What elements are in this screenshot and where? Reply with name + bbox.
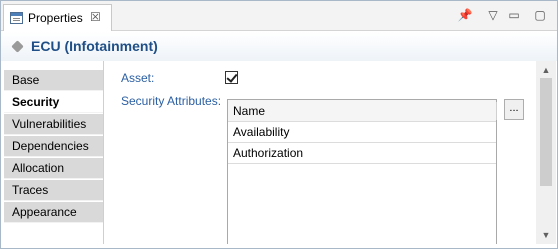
vertical-scrollbar[interactable]: ▲ ▼ <box>536 61 556 244</box>
sidebar-item-vulnerabilities[interactable]: Vulnerabilities <box>4 114 103 135</box>
sidebar-item-appearance[interactable]: Appearance <box>4 202 103 223</box>
property-tabs: Base Security Vulnerabilities Dependenci… <box>4 70 103 242</box>
view-menu-icon[interactable]: ▽ <box>485 7 501 23</box>
pin-icon[interactable]: 📌 <box>457 7 473 23</box>
close-icon[interactable]: ☒ <box>90 10 101 24</box>
divider <box>103 61 104 244</box>
properties-icon <box>10 12 23 24</box>
table-row[interactable]: Availability <box>228 122 496 143</box>
sidebar-item-allocation[interactable]: Allocation <box>4 158 103 179</box>
view-tab-strip: Properties ☒ 📌 ▽ ▭ ▢ <box>1 1 557 31</box>
column-header-name[interactable]: Name <box>228 100 497 122</box>
sidebar-item-base[interactable]: Base <box>4 70 103 91</box>
sidebar-item-traces[interactable]: Traces <box>4 180 103 201</box>
scrollbar-thumb[interactable] <box>540 78 552 186</box>
tab-properties-label: Properties <box>28 11 83 25</box>
security-attributes-table: Name Availability Authorization <box>227 99 497 244</box>
page-title: ECU (Infotainment) <box>31 38 158 54</box>
tab-properties[interactable]: Properties ☒ <box>3 4 112 31</box>
browse-button[interactable]: ... <box>504 99 524 120</box>
scroll-up-icon[interactable]: ▲ <box>536 63 556 77</box>
asset-checkbox[interactable] <box>225 71 238 84</box>
sidebar-item-dependencies[interactable]: Dependencies <box>4 136 103 157</box>
security-attributes-label: Security Attributes: <box>121 94 222 108</box>
asset-label: Asset: <box>121 71 155 85</box>
table-row[interactable]: Authorization <box>228 143 496 164</box>
maximize-icon[interactable]: ▢ <box>532 7 548 23</box>
minimize-icon[interactable]: ▭ <box>506 7 522 23</box>
properties-header: ECU (Infotainment) <box>1 32 557 61</box>
ecu-icon <box>11 40 24 53</box>
sidebar-item-security[interactable]: Security <box>4 92 103 113</box>
properties-view: Properties ☒ 📌 ▽ ▭ ▢ ECU (Infotainment) … <box>0 0 558 249</box>
scroll-down-icon[interactable]: ▼ <box>536 228 556 242</box>
